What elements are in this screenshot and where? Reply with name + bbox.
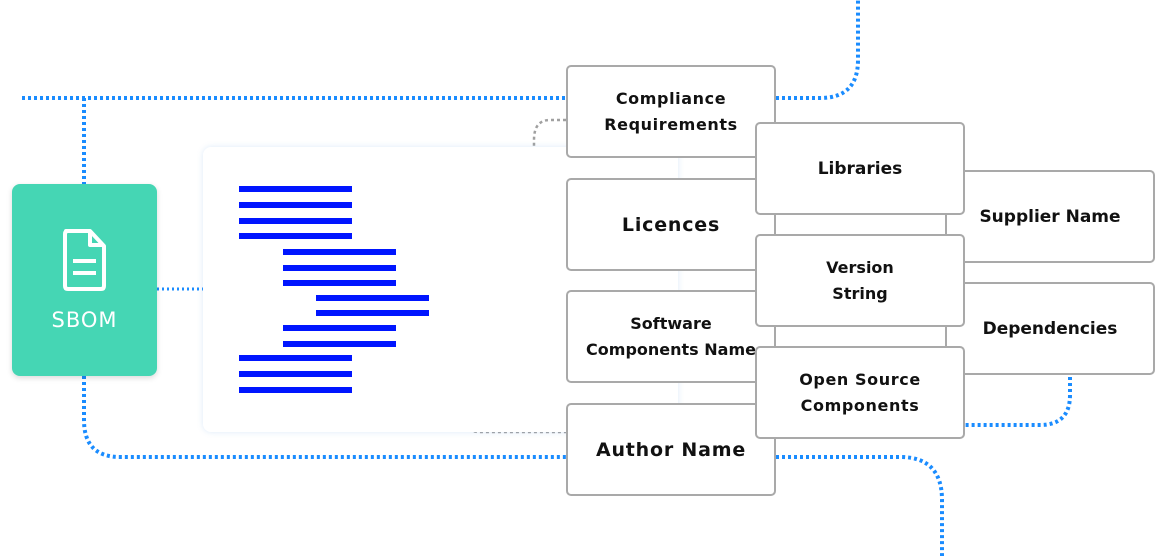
bar: [239, 218, 352, 224]
bar: [316, 295, 429, 301]
bar: [283, 265, 396, 271]
blue-connector-bottom-right: [776, 455, 944, 556]
bar: [239, 202, 352, 208]
box-open-source-components: Open Source Components: [755, 346, 965, 439]
box-author-name: Author Name: [566, 403, 776, 496]
bar: [283, 249, 396, 255]
sbom-label: SBOM: [51, 308, 118, 332]
bar: [283, 341, 396, 347]
bar: [239, 355, 352, 361]
bar: [239, 233, 352, 239]
box-dependencies: Dependencies: [945, 282, 1155, 375]
box-licences: Licences: [566, 178, 776, 271]
bar: [283, 325, 396, 331]
bar: [239, 387, 352, 393]
document-icon: [63, 229, 106, 291]
bar: [239, 186, 352, 192]
box-compliance-requirements: Compliance Requirements: [566, 65, 776, 158]
box-version-string: Version String: [755, 234, 965, 327]
blue-connector-dependencies: [965, 377, 1072, 427]
box-software-components-name: Software Components Name: [566, 290, 776, 383]
bar: [239, 371, 352, 377]
sbom-card[interactable]: SBOM: [12, 184, 157, 376]
bar: [316, 310, 429, 316]
bar: [283, 280, 396, 286]
box-supplier-name: Supplier Name: [945, 170, 1155, 263]
blue-connector-top-right: [776, 0, 860, 100]
box-libraries: Libraries: [755, 122, 965, 215]
